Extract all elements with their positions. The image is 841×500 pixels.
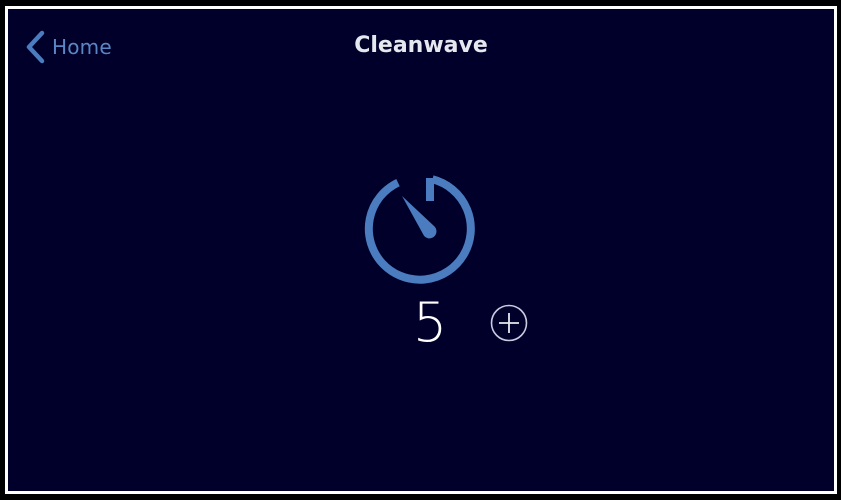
- app-screen: Home Cleanwave 5: [5, 6, 837, 494]
- increment-button[interactable]: [489, 303, 529, 343]
- timer-icon: [362, 167, 484, 285]
- timer-value: 5: [412, 291, 448, 354]
- plus-circle-icon: [489, 303, 529, 343]
- device-frame: Home Cleanwave 5: [0, 0, 841, 500]
- page-title: Cleanwave: [354, 33, 488, 58]
